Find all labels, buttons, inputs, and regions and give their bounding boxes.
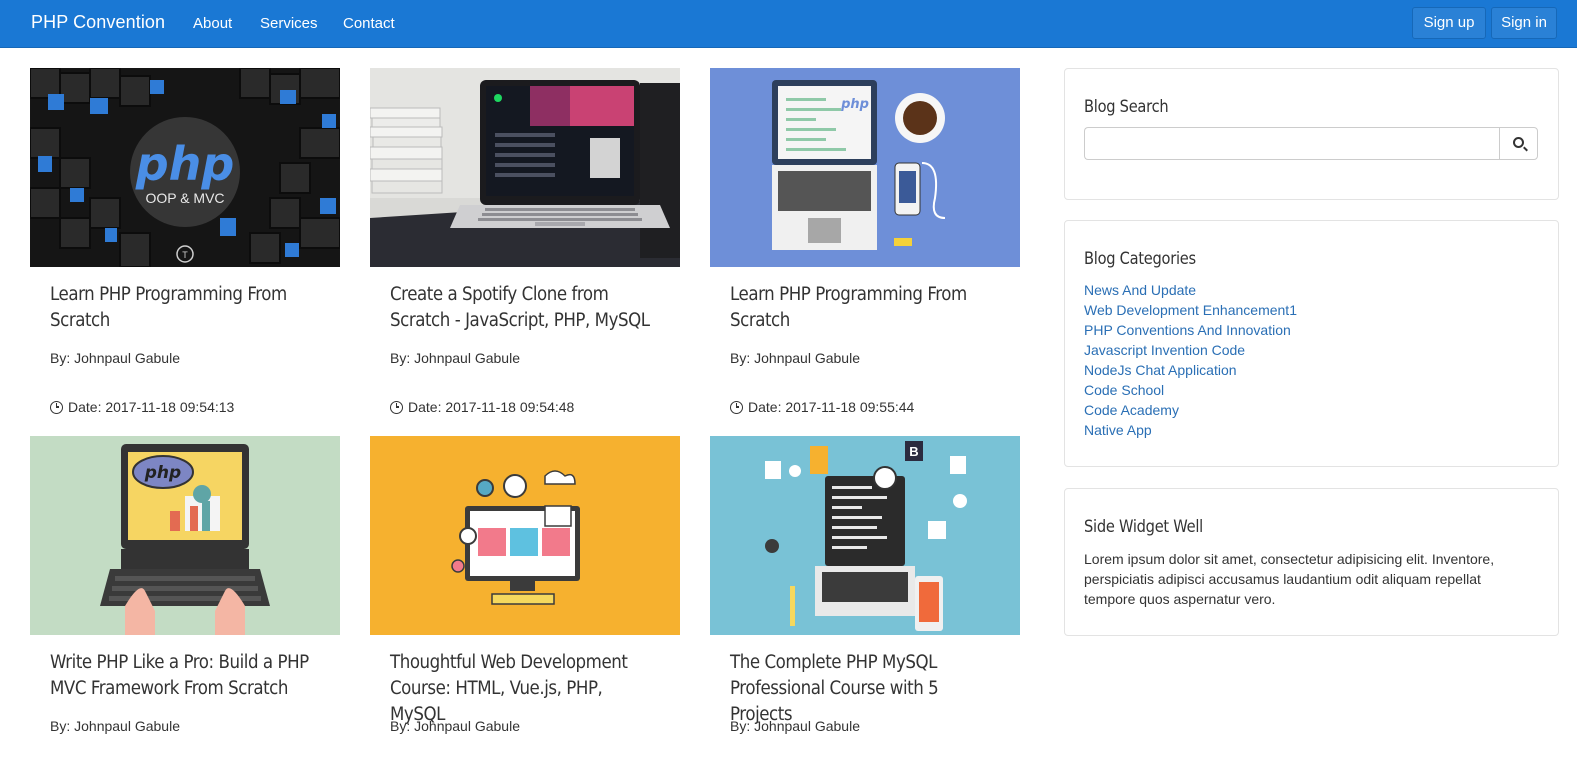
clock-icon xyxy=(50,400,63,414)
top-navbar: PHP Convention About Services Contact Si… xyxy=(0,0,1577,48)
signup-button[interactable]: Sign up xyxy=(1412,7,1486,39)
category-link[interactable]: PHP Conventions And Innovation xyxy=(1084,322,1291,338)
category-list: News And Update Web Development Enhancem… xyxy=(1084,281,1297,441)
php-logo-text: php xyxy=(144,463,181,483)
post-card: B The Complete PHP MySQL Professional Co… xyxy=(710,436,1020,767)
category-link[interactable]: Web Development Enhancement1 xyxy=(1084,302,1297,318)
clock-icon xyxy=(390,400,403,414)
nav-link-contact[interactable]: Contact xyxy=(343,15,395,32)
blog-search-button[interactable] xyxy=(1499,127,1538,160)
php-logo-text: php xyxy=(135,137,235,191)
blog-categories-well: Blog Categories News And Update Web Deve… xyxy=(1064,220,1559,467)
post-card: php Write PHP Like a Pro: Build a PHP MV… xyxy=(30,436,340,767)
post-date-text: Date: 2017-11-18 09:54:13 xyxy=(68,399,235,415)
blog-categories-title: Blog Categories xyxy=(1084,249,1196,269)
category-link[interactable]: Code Academy xyxy=(1084,402,1179,418)
clock-icon xyxy=(730,400,743,414)
brand-link[interactable]: PHP Convention xyxy=(31,12,165,33)
category-item[interactable]: Web Development Enhancement1 xyxy=(1084,301,1297,321)
post-title[interactable]: Thoughtful Web Development Course: HTML,… xyxy=(390,650,660,728)
post-title[interactable]: Create a Spotify Clone from Scratch - Ja… xyxy=(390,282,660,334)
post-thumbnail[interactable]: php OOP & MVC T xyxy=(30,68,340,267)
post-card: Create a Spotify Clone from Scratch - Ja… xyxy=(370,68,680,418)
category-item[interactable]: PHP Conventions And Innovation xyxy=(1084,321,1297,341)
blog-search-title: Blog Search xyxy=(1084,97,1169,117)
post-card: Thoughtful Web Development Course: HTML,… xyxy=(370,436,680,767)
post-date: Date: 2017-11-18 09:54:13 xyxy=(50,399,234,415)
post-author: By: Johnpaul Gabule xyxy=(730,718,860,734)
post-thumbnail[interactable] xyxy=(370,68,680,267)
post-author: By: Johnpaul Gabule xyxy=(390,350,520,366)
signin-button[interactable]: Sign in xyxy=(1491,7,1557,39)
post-date-text: Date: 2017-11-18 09:55:44 xyxy=(748,399,915,415)
nav-link-about[interactable]: About xyxy=(193,15,232,32)
post-thumbnail[interactable]: B xyxy=(710,436,1020,635)
post-card: php OOP & MVC T Learn PHP Programming Fr… xyxy=(30,68,340,418)
post-title[interactable]: The Complete PHP MySQL Professional Cour… xyxy=(730,650,1000,728)
post-author: By: Johnpaul Gabule xyxy=(390,718,520,734)
category-item[interactable]: Javascript Invention Code xyxy=(1084,341,1297,361)
category-item[interactable]: News And Update xyxy=(1084,281,1297,301)
nav-link-services[interactable]: Services xyxy=(260,15,318,32)
post-title[interactable]: Write PHP Like a Pro: Build a PHP MVC Fr… xyxy=(50,650,320,702)
category-item[interactable]: Native App xyxy=(1084,421,1297,441)
search-icon xyxy=(1513,137,1524,148)
side-widget-title: Side Widget Well xyxy=(1084,517,1203,537)
category-link[interactable]: Code School xyxy=(1084,382,1164,398)
category-item[interactable]: NodeJs Chat Application xyxy=(1084,361,1297,381)
side-widget-text: Lorem ipsum dolor sit amet, consectetur … xyxy=(1084,551,1495,607)
blog-search-well: Blog Search xyxy=(1064,68,1559,200)
post-date: Date: 2017-11-18 09:54:48 xyxy=(390,399,574,415)
category-link[interactable]: News And Update xyxy=(1084,282,1196,298)
post-card: php Learn PHP Programming From Scratch B… xyxy=(710,68,1020,418)
category-link[interactable]: Native App xyxy=(1084,422,1152,438)
badge-letter: B xyxy=(909,444,918,459)
svg-text:T: T xyxy=(182,250,188,260)
post-thumbnail[interactable]: php xyxy=(30,436,340,635)
post-author: By: Johnpaul Gabule xyxy=(730,350,860,366)
category-link[interactable]: Javascript Invention Code xyxy=(1084,342,1245,358)
post-title[interactable]: Learn PHP Programming From Scratch xyxy=(50,282,320,334)
side-widget-well: Side Widget Well Lorem ipsum dolor sit a… xyxy=(1064,488,1559,636)
category-item[interactable]: Code Academy xyxy=(1084,401,1297,421)
php-logo-text: php xyxy=(840,97,869,112)
post-date-text: Date: 2017-11-18 09:54:48 xyxy=(408,399,575,415)
category-link[interactable]: NodeJs Chat Application xyxy=(1084,362,1237,378)
post-thumbnail[interactable]: php xyxy=(710,68,1020,267)
category-item[interactable]: Code School xyxy=(1084,381,1297,401)
post-thumbnail[interactable] xyxy=(370,436,680,635)
post-author: By: Johnpaul Gabule xyxy=(50,350,180,366)
oop-mvc-text: OOP & MVC xyxy=(145,190,224,206)
blog-search-input[interactable] xyxy=(1084,127,1500,160)
post-title[interactable]: Learn PHP Programming From Scratch xyxy=(730,282,1000,334)
post-author: By: Johnpaul Gabule xyxy=(50,718,180,734)
post-date: Date: 2017-11-18 09:55:44 xyxy=(730,399,914,415)
